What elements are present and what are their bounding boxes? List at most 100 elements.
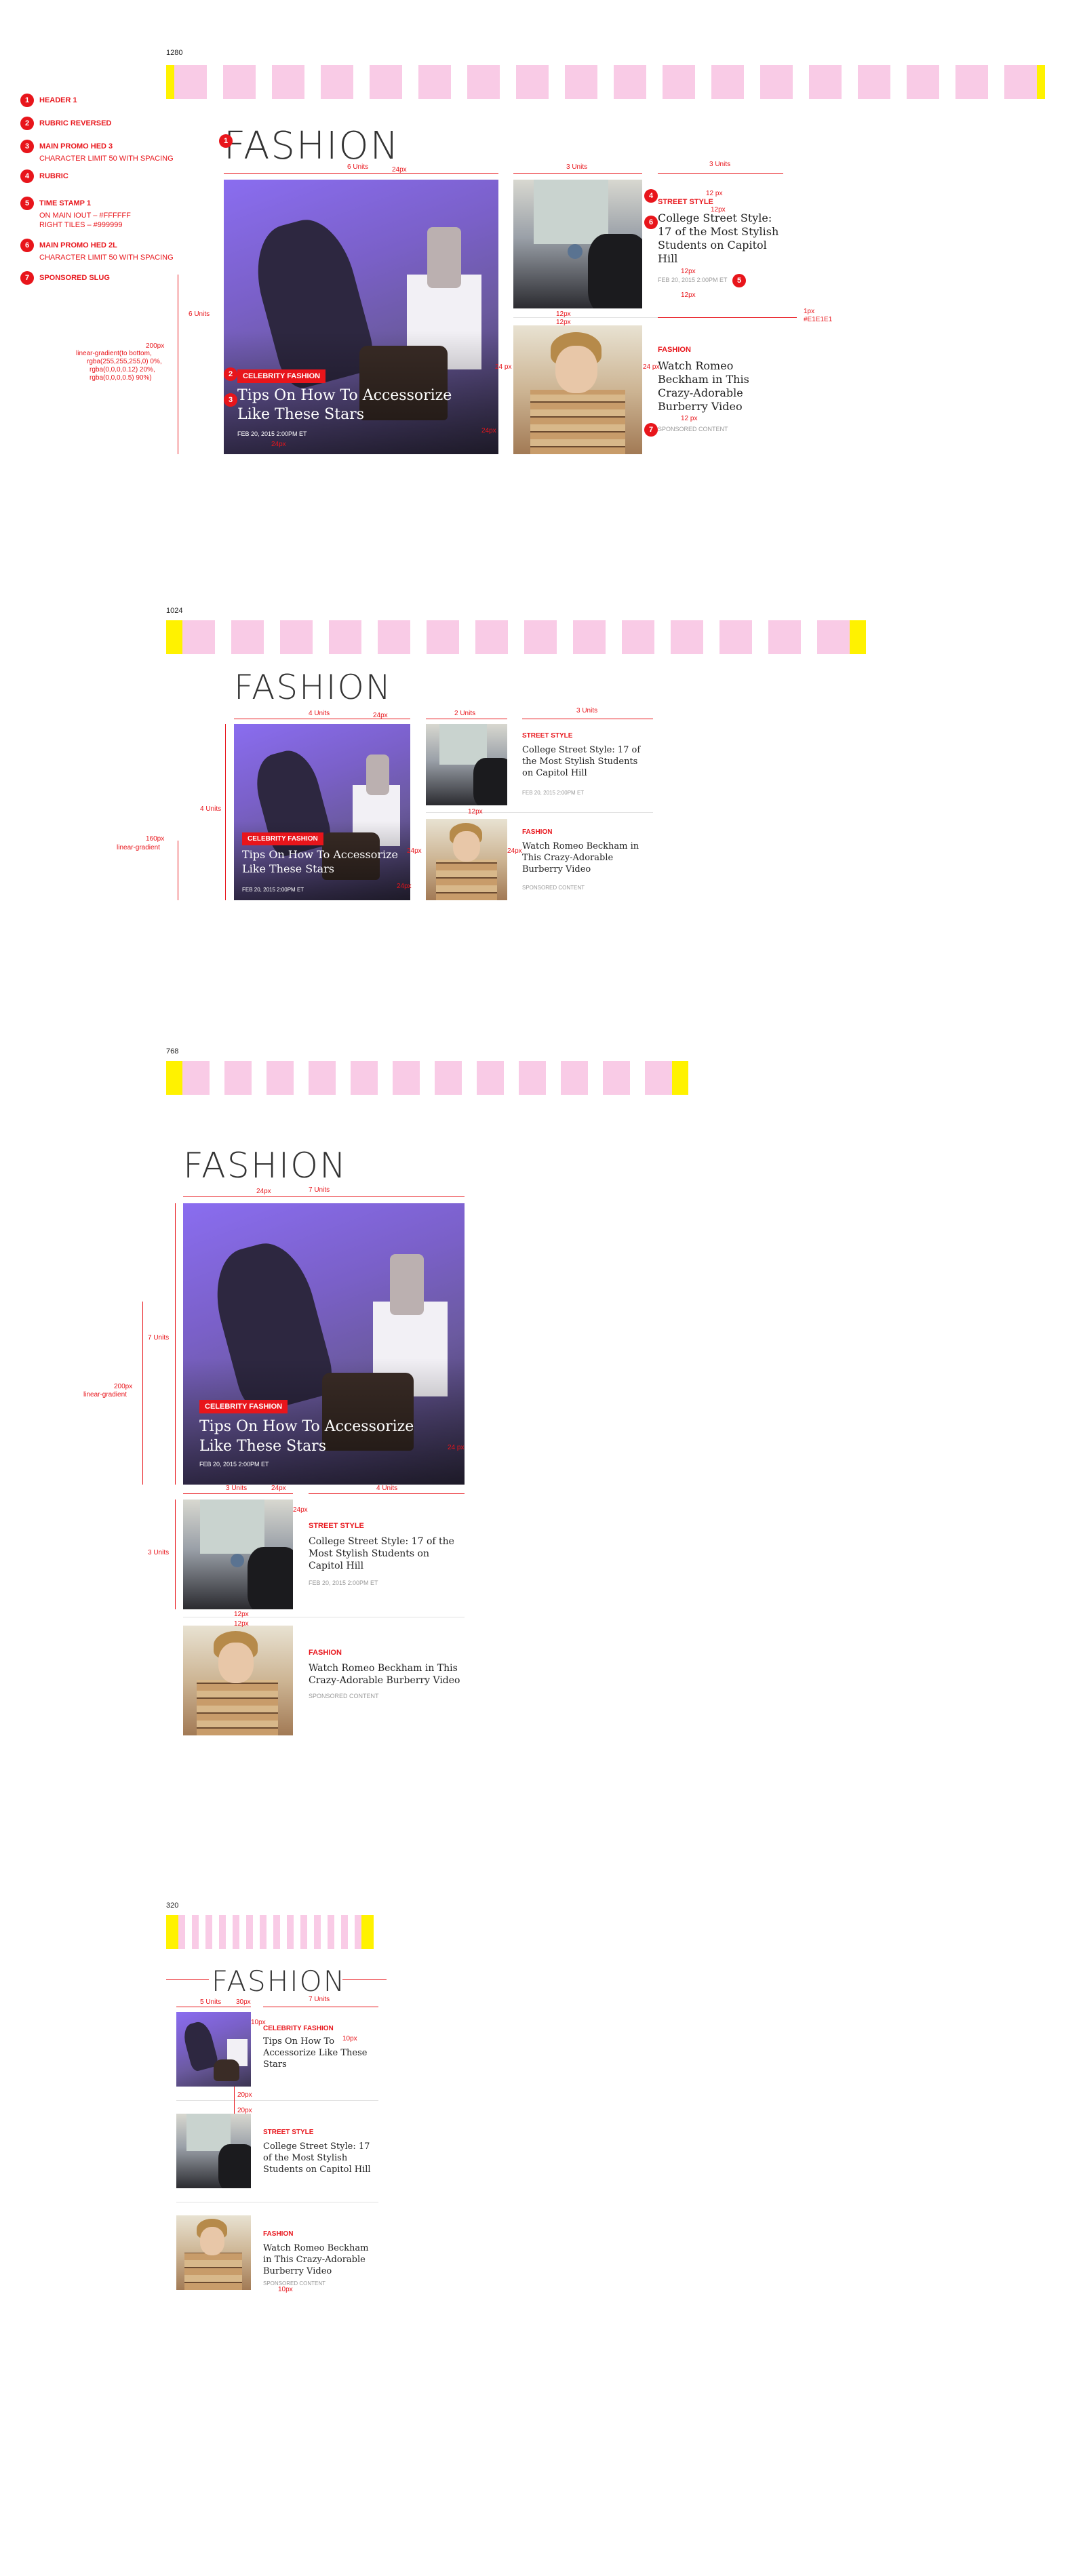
rubric-reversed[interactable]: CELEBRITY FASHION xyxy=(242,832,323,845)
measure-label: 24px xyxy=(373,712,388,719)
grid-column xyxy=(435,1061,462,1095)
divider xyxy=(176,2100,378,2101)
grid-gutter xyxy=(361,1915,374,1949)
measure-label: 10px xyxy=(251,2019,266,2026)
rubric-street-style[interactable]: STREET STYLE xyxy=(309,1522,364,1530)
boots-shape xyxy=(390,1254,424,1315)
grid-column xyxy=(524,620,557,654)
grid-gutter xyxy=(166,1915,178,1949)
headline-fashion[interactable]: Watch Romeo Beckham in This Crazy-Adorab… xyxy=(658,359,766,414)
main-promo-image[interactable]: CELEBRITY FASHION Tips On How To Accesso… xyxy=(224,180,498,454)
main-promo-image[interactable]: CELEBRITY FASHION Tips On How To Accesso… xyxy=(234,724,410,900)
main-promo-image[interactable]: CELEBRITY FASHION Tips On How To Accesso… xyxy=(183,1203,465,1485)
grid-column xyxy=(280,620,313,654)
fashion-video-image[interactable] xyxy=(176,2215,251,2290)
main-promo-headline[interactable]: Tips On How To Accessorize Like These St… xyxy=(199,1417,443,1456)
grid-column xyxy=(233,1915,239,1949)
measure-label: 7 Units xyxy=(148,1334,170,1342)
street-style-image[interactable] xyxy=(176,2114,251,2188)
grid-column xyxy=(246,1915,253,1949)
rubric-reversed[interactable]: CELEBRITY FASHION xyxy=(199,1400,288,1413)
street-style-image[interactable] xyxy=(513,180,642,308)
fur-shape xyxy=(218,2144,251,2188)
section-title: FASHION xyxy=(234,668,393,707)
breakpoint-label: 1024 xyxy=(166,607,183,615)
grid-column xyxy=(565,65,597,99)
grid-column xyxy=(328,1915,334,1949)
breakpoint-label: 320 xyxy=(166,1901,179,1910)
street-style-image[interactable] xyxy=(183,1500,293,1609)
watch-shape xyxy=(568,244,583,259)
rubric-fashion[interactable]: FASHION xyxy=(263,2230,293,2238)
grid-column xyxy=(273,1915,280,1949)
measure-line xyxy=(175,1203,176,1485)
grid-column xyxy=(427,620,459,654)
headline-fashion[interactable]: Watch Romeo Beckham in This Crazy-Adorab… xyxy=(309,1662,461,1687)
measure-label: 3 Units xyxy=(566,163,588,171)
face-shape xyxy=(200,2227,224,2255)
measure-label: #E1E1E1 xyxy=(804,316,833,323)
timestamp: FEB 20, 2015 2:00PM ET xyxy=(658,277,728,283)
grid-column xyxy=(182,620,215,654)
measure-label: 5 Units xyxy=(200,1998,222,2006)
rubric-fashion[interactable]: FASHION xyxy=(658,346,691,354)
headline-street-style[interactable]: College Street Style: 17 of the Most Sty… xyxy=(309,1535,461,1572)
fur-shape xyxy=(588,234,642,308)
face-shape xyxy=(555,346,597,393)
main-promo-image[interactable] xyxy=(176,2012,251,2087)
measure-label: 3 Units xyxy=(226,1485,248,1492)
marker-2: 2 xyxy=(224,367,237,381)
measure-line xyxy=(183,1493,293,1494)
grid-column xyxy=(260,1915,267,1949)
headline-street-style[interactable]: College Street Style: 17 of the Most Sty… xyxy=(522,744,644,779)
sponsored-slug: SPONSORED CONTENT xyxy=(522,885,585,891)
rubric-fashion[interactable]: FASHION xyxy=(309,1649,342,1657)
divider xyxy=(426,812,653,813)
headline-fashion[interactable]: Watch Romeo Beckham in This Crazy-Adorab… xyxy=(263,2242,378,2277)
rubric-street-style[interactable]: STREET STYLE xyxy=(522,732,572,740)
street-style-image[interactable] xyxy=(426,724,507,805)
measure-label: 3 Units xyxy=(576,707,598,715)
fashion-video-image[interactable] xyxy=(426,819,507,900)
grid-column xyxy=(817,620,850,654)
headline-main[interactable]: Tips On How To Accessorize Like These St… xyxy=(263,2036,378,2070)
headline-fashion[interactable]: Watch Romeo Beckham in This Crazy-Adorab… xyxy=(522,841,644,875)
measure-line xyxy=(224,173,498,174)
measure-label: 3 Units xyxy=(709,161,731,168)
rubric-street-style[interactable]: STREET STYLE xyxy=(658,198,713,206)
section-title: FASHION xyxy=(183,1146,347,1186)
rubric-street-style[interactable]: STREET STYLE xyxy=(263,2129,313,2136)
measure-label: 24px xyxy=(407,847,422,855)
main-promo-headline[interactable]: Tips On How To Accessorize Like These St… xyxy=(242,847,405,876)
legend-item: 7 SPONSORED SLUG xyxy=(20,271,110,285)
marker-5: 5 xyxy=(732,274,746,287)
measure-label: linear-gradient xyxy=(83,1391,127,1398)
grid-column xyxy=(622,620,654,654)
grid-column xyxy=(1004,65,1037,99)
measure-line xyxy=(175,1500,176,1609)
main-promo-headline[interactable]: Tips On How To Accessorize Like These St… xyxy=(237,386,468,424)
grid-column xyxy=(300,1915,307,1949)
shirt-shape xyxy=(200,1500,264,1554)
fashion-video-image[interactable] xyxy=(513,325,642,454)
rubric-reversed[interactable]: CELEBRITY FASHION xyxy=(237,369,326,383)
grid-column xyxy=(314,1915,321,1949)
grid-column xyxy=(519,1061,546,1095)
measure-label: 4 Units xyxy=(309,710,330,717)
boots-shape xyxy=(427,227,461,288)
fashion-video-image[interactable] xyxy=(183,1626,293,1735)
fur-shape xyxy=(473,758,507,805)
measure-line xyxy=(142,1302,143,1485)
grid-gutter xyxy=(166,1061,182,1095)
rubric-fashion[interactable]: FASHION xyxy=(522,828,552,836)
grid-column xyxy=(663,65,695,99)
headline-street-style[interactable]: College Street Style: 17 of the Most Sty… xyxy=(658,212,783,266)
rubric-celebrity-fashion[interactable]: CELEBRITY FASHION xyxy=(263,2025,334,2032)
grid-column xyxy=(671,620,703,654)
grid-column xyxy=(393,1061,420,1095)
grid-column xyxy=(182,1061,210,1095)
measure-line xyxy=(234,2087,235,2114)
grid-column xyxy=(355,1915,361,1949)
headline-street-style[interactable]: College Street Style: 17 of the Most Sty… xyxy=(263,2141,378,2175)
measure-label: 20px xyxy=(237,2107,252,2114)
